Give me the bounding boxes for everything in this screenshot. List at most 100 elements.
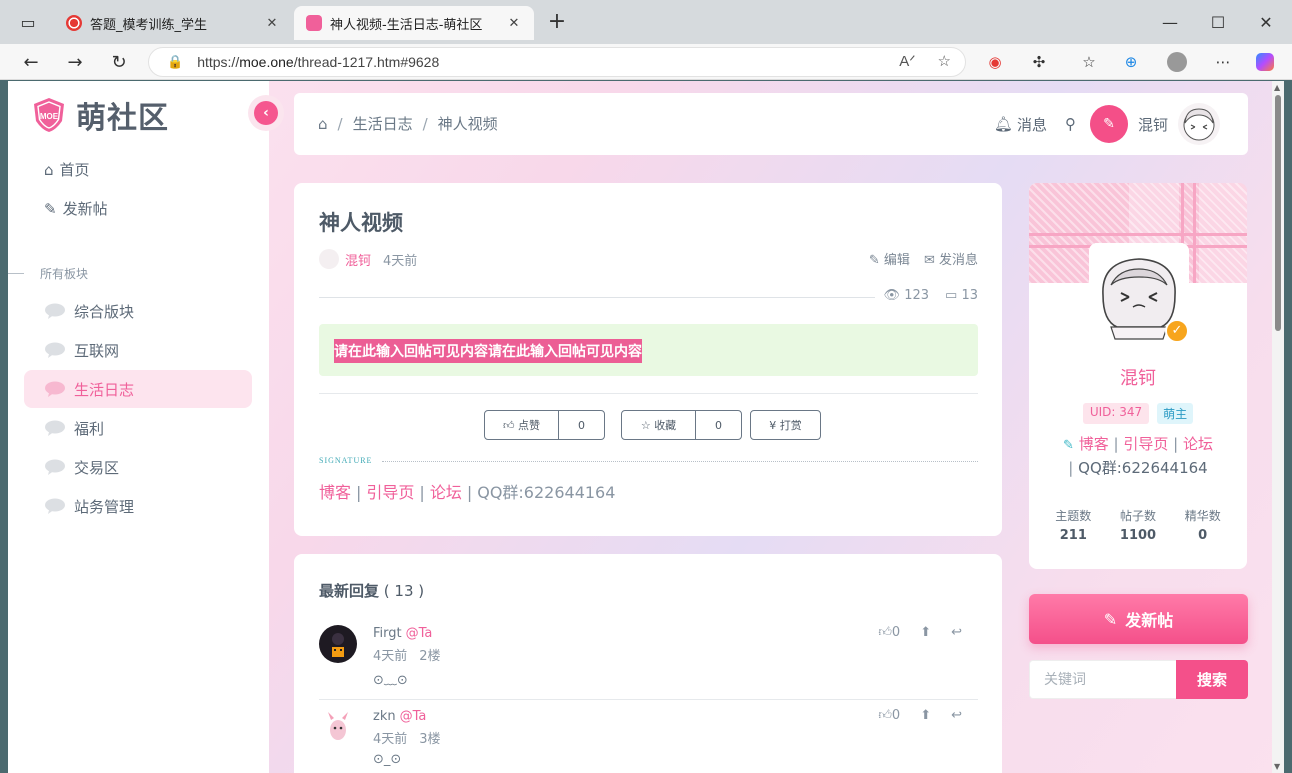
sidebar-item-life-log[interactable]: 生活日志 — [24, 370, 252, 408]
favorites-icon[interactable]: ☆ — [1078, 51, 1100, 73]
blog-link[interactable]: 博客 — [1079, 435, 1109, 453]
thread-title: 神人视频 — [319, 211, 403, 235]
search-icon[interactable]: ⚲ — [1065, 115, 1076, 133]
edit-link[interactable]: ✎ 编辑 — [869, 249, 910, 268]
forum-label: 互联网 — [74, 341, 120, 360]
sidebar-toggle-icon[interactable]: ▭ — [14, 8, 42, 36]
sidebar-item-site-admin[interactable]: 站务管理 — [24, 487, 252, 525]
divider — [319, 297, 875, 298]
profile-links: ✎ 博客 | 引导页 | 论坛 | QQ群:622644164 — [1063, 435, 1213, 477]
more-menu-icon[interactable]: ⋯ — [1212, 51, 1234, 73]
comment-icon: ▭ — [945, 288, 958, 303]
guide-link[interactable]: 引导页 — [1123, 435, 1168, 453]
close-window-icon[interactable]: ✕ — [1252, 8, 1280, 36]
signature: 博客 | 引导页 | 论坛 | QQ群:622644164 — [319, 483, 616, 502]
reply-like-button[interactable]: 👍︎0 — [878, 708, 900, 723]
search-input[interactable] — [1029, 660, 1176, 699]
page-scrollbar[interactable]: ▲ ▼ — [1272, 81, 1284, 773]
header-username[interactable]: 混钶 — [1138, 114, 1168, 135]
avatar[interactable] — [319, 625, 357, 663]
close-icon[interactable]: ✕ — [262, 16, 282, 31]
author-link[interactable]: 混钶 — [345, 250, 371, 269]
maximize-icon[interactable]: ☐ — [1204, 8, 1232, 36]
refresh-icon[interactable]: ↻ — [106, 49, 132, 75]
messages-link[interactable]: 消息 — [1017, 114, 1047, 135]
sidebar-item-internet[interactable]: 互联网 — [24, 331, 252, 369]
favorite-star-icon[interactable]: ☆ — [938, 52, 951, 70]
page-content: MOE 萌社区 ⌂ 首页 ✎ 发新帖 所有板块 综合版块 互联网 生活日志 福利… — [8, 81, 1284, 773]
thumbs-up-icon: 👍︎ — [878, 625, 892, 640]
favorite-count: 0 — [695, 411, 741, 439]
view-count: 123 — [904, 288, 930, 303]
qq-group-text: QQ群:622644164 — [477, 483, 616, 502]
browser-tab-active[interactable]: 神人视频-生活日志-萌社区 ✕ — [294, 6, 534, 40]
new-tab-button[interactable]: + — [544, 10, 570, 36]
upvote-icon[interactable]: ⬆ — [920, 708, 931, 723]
tip-button[interactable]: ¥ 打赏 — [750, 410, 821, 440]
bell-icon[interactable]: 🔔︎ — [994, 115, 1013, 133]
sidebar-item-label: 首页 — [59, 161, 90, 179]
replies-title: 最新回复 ( 13 ) — [319, 582, 425, 600]
role-badge: 萌主 — [1157, 403, 1194, 424]
search-button[interactable]: 搜索 — [1176, 660, 1248, 699]
eye-icon: 👁︎ — [883, 288, 901, 303]
breadcrumb-link[interactable]: 生活日志 — [353, 113, 413, 134]
chat-bubble-icon — [45, 342, 65, 358]
minimize-icon[interactable]: — — [1156, 8, 1184, 36]
verified-badge-icon: ✓ — [1165, 319, 1189, 343]
new-post-button[interactable]: ✎ 发新帖 — [1029, 594, 1248, 644]
reply-like-button[interactable]: 👍︎0 — [878, 625, 900, 640]
breadcrumb-current[interactable]: 神人视频 — [438, 113, 498, 134]
back-icon[interactable]: ← — [18, 49, 44, 75]
chat-bubble-icon — [45, 459, 65, 475]
avatar[interactable] — [1178, 103, 1220, 145]
new-post-icon-button[interactable]: ✎ — [1089, 105, 1128, 143]
read-aloud-icon[interactable]: Aᐟ — [899, 52, 915, 70]
uid-badge: UID: 347 — [1082, 403, 1150, 424]
avatar[interactable] — [319, 708, 357, 746]
sidebar-item-welfare[interactable]: 福利 — [24, 409, 252, 447]
url-text: https://moe.one/thread-1217.htm#9628 — [197, 54, 440, 70]
favorite-button[interactable]: ☆ 收藏 0 — [621, 410, 742, 440]
scrollbar-thumb[interactable] — [1275, 95, 1281, 331]
reply-author[interactable]: Firgt @Ta — [373, 626, 432, 641]
site-brand[interactable]: MOE 萌社区 — [32, 93, 169, 137]
record-icon — [66, 15, 82, 31]
site-name: 萌社区 — [76, 101, 169, 136]
browser-tab-inactive[interactable]: 答题_模考训练_学生 ✕ — [54, 6, 292, 40]
url-input[interactable]: 🔒 https://moe.one/thread-1217.htm#9628 A… — [148, 47, 966, 77]
guide-link[interactable]: 引导页 — [366, 483, 414, 502]
moe-logo-icon: MOE — [34, 98, 64, 132]
sidebar-item-trade[interactable]: 交易区 — [24, 448, 252, 486]
reply-icon[interactable]: ↩ — [951, 708, 962, 723]
like-button[interactable]: 👍︎ 点赞 0 — [484, 410, 605, 440]
mail-icon: ✉ — [923, 253, 935, 268]
sidebar-item-new-post[interactable]: ✎ 发新帖 — [44, 198, 108, 219]
profile-name[interactable]: 混钶 — [1029, 364, 1247, 390]
send-message-link[interactable]: ✉ 发消息 — [924, 249, 978, 268]
profile-icon[interactable] — [1166, 51, 1188, 73]
reply-author[interactable]: zkn @Ta — [373, 709, 426, 724]
extensions-puzzle-icon[interactable]: ✣ — [1028, 51, 1050, 73]
forum-link[interactable]: 论坛 — [1183, 435, 1213, 453]
forward-icon[interactable]: → — [62, 49, 88, 75]
divider — [319, 699, 978, 700]
sidebar-collapse-button[interactable]: ‹ — [248, 95, 284, 131]
sidebar-item-general[interactable]: 综合版块 — [24, 292, 252, 330]
upvote-icon[interactable]: ⬆ — [920, 625, 931, 640]
search-form: 搜索 — [1029, 660, 1248, 699]
signature-label: SIGNATURE — [319, 456, 373, 465]
copilot-icon[interactable] — [1254, 51, 1276, 73]
extension-icon[interactable]: ◉ — [984, 51, 1006, 73]
sidebar-item-home[interactable]: ⌂ 首页 — [44, 159, 90, 180]
chat-bubble-icon — [45, 303, 65, 319]
reply-icon[interactable]: ↩ — [951, 625, 962, 640]
blog-link[interactable]: 博客 — [319, 483, 351, 502]
collections-icon[interactable]: ⊕ — [1120, 51, 1142, 73]
forum-link[interactable]: 论坛 — [430, 483, 462, 502]
home-icon[interactable]: ⌂ — [318, 115, 328, 133]
avatar[interactable] — [319, 249, 339, 269]
home-icon: ⌂ — [44, 160, 54, 179]
close-icon[interactable]: ✕ — [504, 16, 524, 31]
stat-threads: 主题数 211 — [1055, 509, 1092, 543]
